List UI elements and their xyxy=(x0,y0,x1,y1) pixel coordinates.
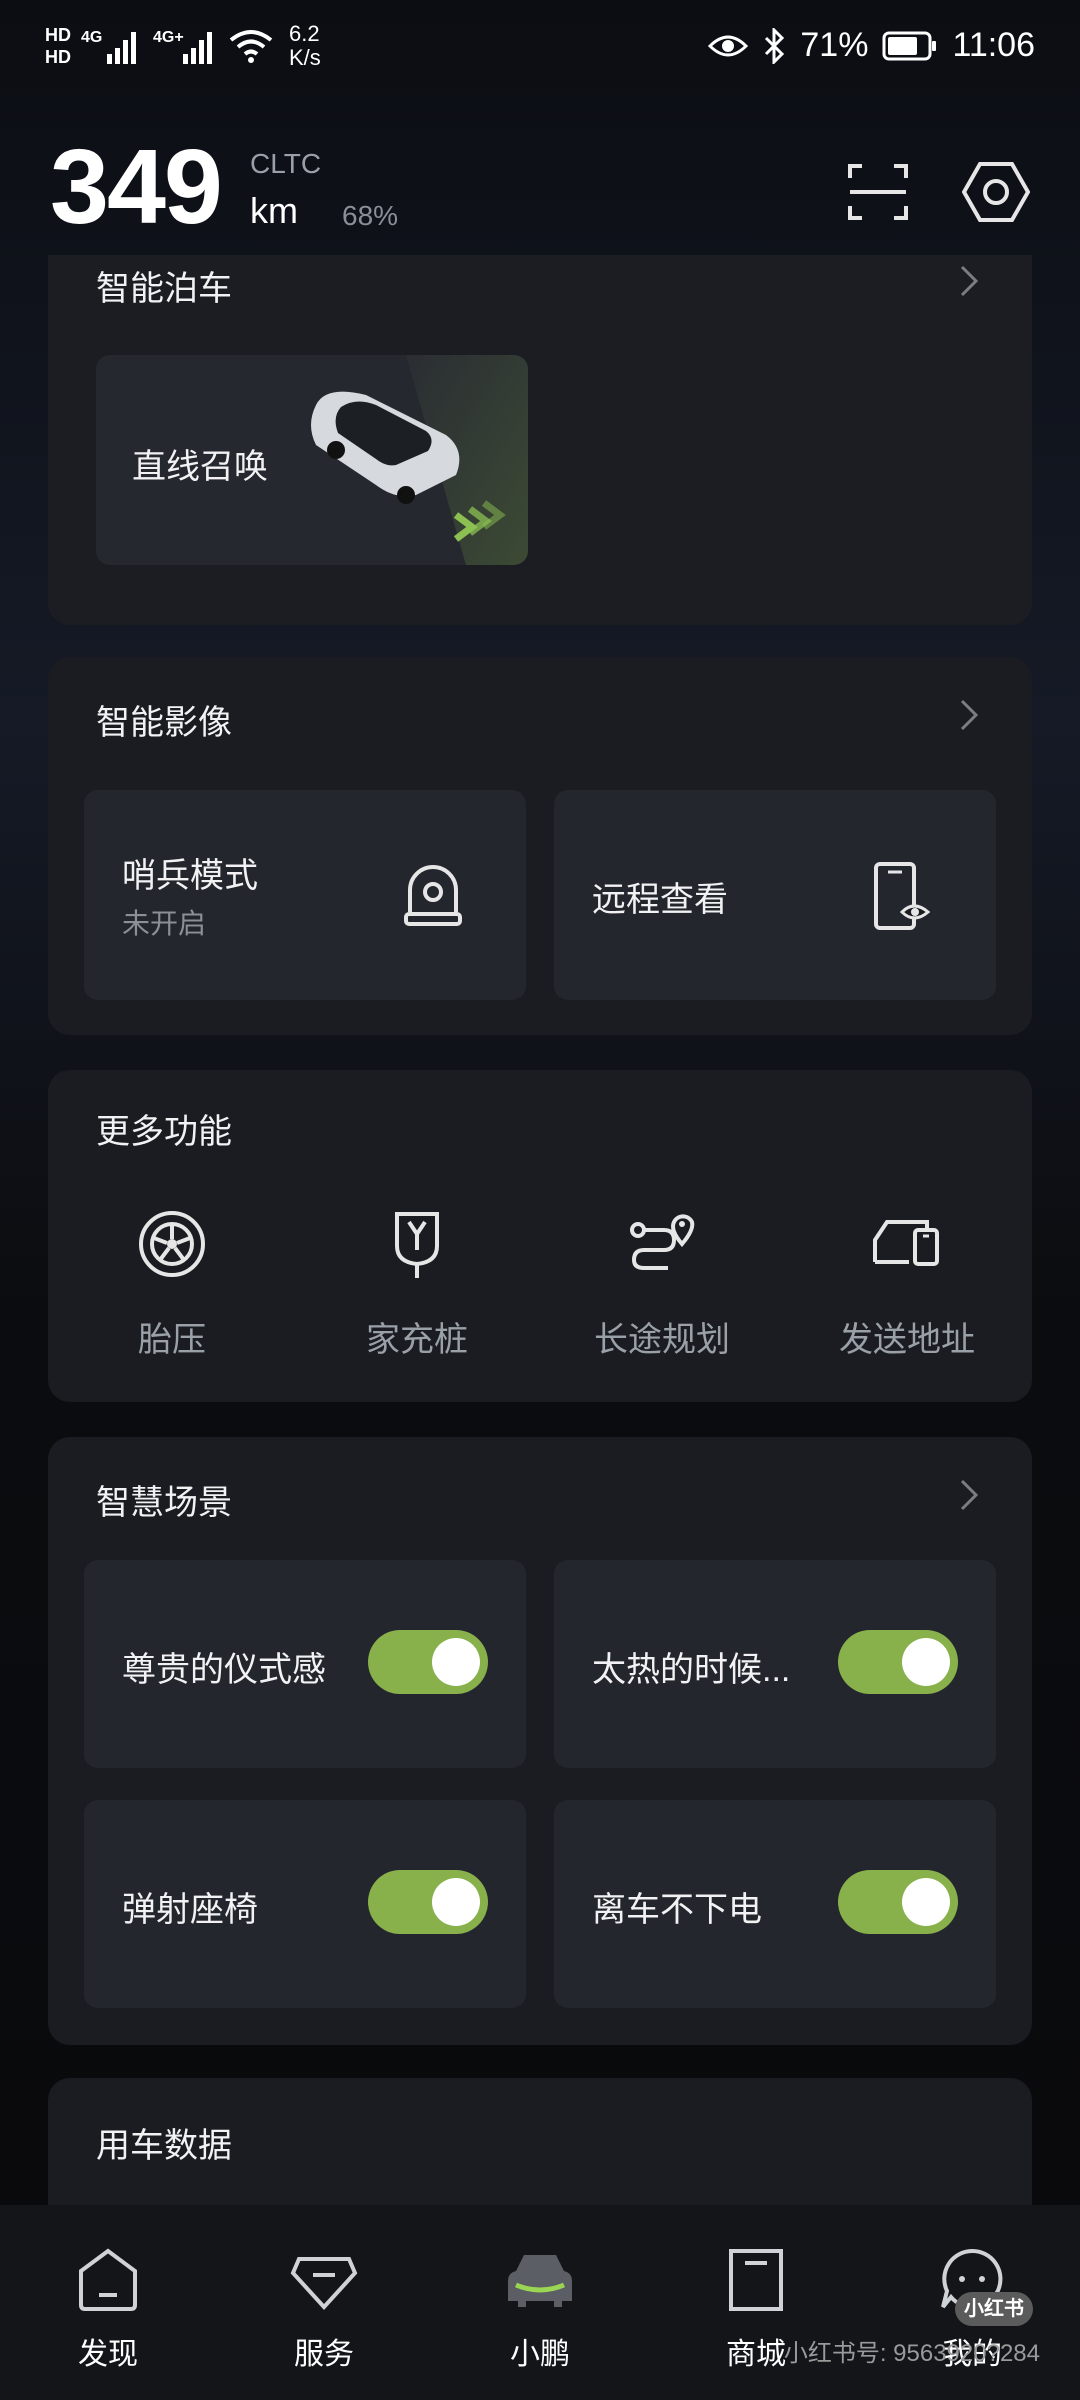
toggle-knob xyxy=(432,1878,480,1926)
wifi-icon xyxy=(229,30,273,63)
discover-icon xyxy=(79,2248,137,2311)
net-speed: 6.2 K/s xyxy=(289,22,321,70)
net-speed-unit: K/s xyxy=(289,45,321,70)
net-speed-value: 6.2 xyxy=(289,21,320,46)
range-standard: CLTC xyxy=(250,148,322,179)
svg-text:4G+: 4G+ xyxy=(153,29,184,46)
smart-video-card: 智能影像 哨兵模式 未开启 远程查看 xyxy=(48,657,1032,1035)
scene-toggle[interactable] xyxy=(838,1870,958,1934)
car-icon xyxy=(508,2255,572,2307)
scene-label: 离车不下电 xyxy=(592,1891,762,1929)
nav-discover[interactable]: 发现 xyxy=(28,2245,188,2373)
vehicle-data-title: 用车数据 xyxy=(96,2127,232,2165)
eye-icon xyxy=(708,35,749,56)
smart-parking-title: 智能泊车 xyxy=(96,270,232,308)
straight-summon-label: 直线召唤 xyxy=(132,448,268,486)
hd-icon: HD HD xyxy=(45,25,71,67)
shopping-bag-icon xyxy=(729,2249,783,2311)
remote-view-phone-icon xyxy=(874,862,931,930)
scene-tile[interactable]: 太热的时候... xyxy=(554,1560,996,1768)
bluetooth-icon xyxy=(765,27,785,64)
scene-label: 弹射座椅 xyxy=(122,1891,258,1929)
nav-label: 发现 xyxy=(78,2338,138,2371)
range-unit: km xyxy=(250,190,298,231)
home-charger-button[interactable]: 家充桩 xyxy=(307,1206,527,1361)
nav-xpeng[interactable]: 小鹏 xyxy=(460,2245,620,2373)
smart-scenes-card: 智慧场景 尊贵的仪式感 太热的时候... 弹射座椅 离车不下电 xyxy=(48,1437,1032,2045)
service-icon xyxy=(290,2257,358,2310)
signal-4g-icon: 4G xyxy=(81,29,136,64)
scan-button[interactable] xyxy=(846,160,910,224)
settings-hexagon-icon xyxy=(961,162,1031,222)
scene-toggle[interactable] xyxy=(838,1630,958,1694)
remote-view-tile[interactable]: 远程查看 xyxy=(554,790,996,1000)
scene-tile[interactable]: 尊贵的仪式感 xyxy=(84,1560,526,1768)
scene-toggle[interactable] xyxy=(368,1630,488,1694)
smart-scenes-title: 智慧场景 xyxy=(96,1484,232,1522)
svg-text:4G: 4G xyxy=(81,29,102,46)
scene-tile[interactable]: 离车不下电 xyxy=(554,1800,996,2008)
status-right: 71% 11:06 xyxy=(708,26,1035,65)
tire-icon xyxy=(139,1211,205,1277)
toggle-knob xyxy=(902,1638,950,1686)
home-charger-label: 家充桩 xyxy=(366,1321,468,1359)
charger-icon xyxy=(395,1212,439,1278)
sentry-mode-status: 未开启 xyxy=(122,908,207,939)
settings-button[interactable] xyxy=(961,158,1031,222)
send-address-button[interactable]: 发送地址 xyxy=(797,1206,1017,1361)
scene-toggle[interactable] xyxy=(368,1870,488,1934)
car-summon-illustration xyxy=(311,355,528,565)
signal-4g-plus-icon: 4G+ xyxy=(153,29,212,64)
clock: 11:06 xyxy=(952,26,1035,64)
chevron-right-icon[interactable] xyxy=(958,697,980,733)
watermark-text: 小红书号: 9563920?284 xyxy=(783,2340,1040,2367)
range-value: 349 xyxy=(50,128,223,246)
long-trip-plan-button[interactable]: 长途规划 xyxy=(552,1206,772,1361)
nav-label: 小鹏 xyxy=(510,2338,570,2371)
status-bar: HD HD 4G 4G+ 6.2 K/s 71% 11:06 xyxy=(0,0,1080,100)
sentry-camera-icon xyxy=(404,865,462,926)
nav-service[interactable]: 服务 xyxy=(244,2245,404,2373)
long-trip-plan-label: 长途规划 xyxy=(594,1321,730,1359)
more-functions-title: 更多功能 xyxy=(96,1113,232,1151)
battery-percent: 71% xyxy=(800,26,869,64)
route-icon xyxy=(630,1214,695,1270)
straight-summon-tile[interactable]: 直线召唤 xyxy=(96,355,528,565)
bottom-nav: 发现 服务 小鹏 商城 我的 xyxy=(0,2205,1080,2400)
scene-label: 太热的时候... xyxy=(592,1651,791,1689)
send-address-icon xyxy=(873,1220,939,1266)
watermark-badge: 小红书 xyxy=(955,2292,1033,2326)
toggle-knob xyxy=(902,1878,950,1926)
remote-view-label: 远程查看 xyxy=(592,881,728,919)
battery-percent-vehicle: 68% xyxy=(342,200,399,231)
chevron-right-icon[interactable] xyxy=(958,263,980,299)
chevron-right-icon[interactable] xyxy=(958,1477,980,1513)
scan-icon xyxy=(848,164,908,220)
scene-label: 尊贵的仪式感 xyxy=(122,1651,326,1689)
send-address-label: 发送地址 xyxy=(839,1321,975,1359)
battery-icon xyxy=(882,31,937,60)
smart-parking-card: 智能泊车 直线召唤 xyxy=(48,255,1032,625)
smart-video-title: 智能影像 xyxy=(96,704,232,742)
scene-tile[interactable]: 弹射座椅 xyxy=(84,1800,526,2008)
more-functions-card: 更多功能 胎压 家充桩 长途规划 发送地址 xyxy=(48,1070,1032,1402)
status-left: HD HD 4G 4G+ 6.2 K/s xyxy=(45,22,321,70)
tire-pressure-button[interactable]: 胎压 xyxy=(62,1206,282,1361)
toggle-knob xyxy=(432,1638,480,1686)
sentry-mode-label: 哨兵模式 xyxy=(122,857,258,895)
nav-label: 服务 xyxy=(294,2338,354,2371)
sentry-mode-tile[interactable]: 哨兵模式 未开启 xyxy=(84,790,526,1000)
tire-pressure-label: 胎压 xyxy=(138,1321,206,1359)
